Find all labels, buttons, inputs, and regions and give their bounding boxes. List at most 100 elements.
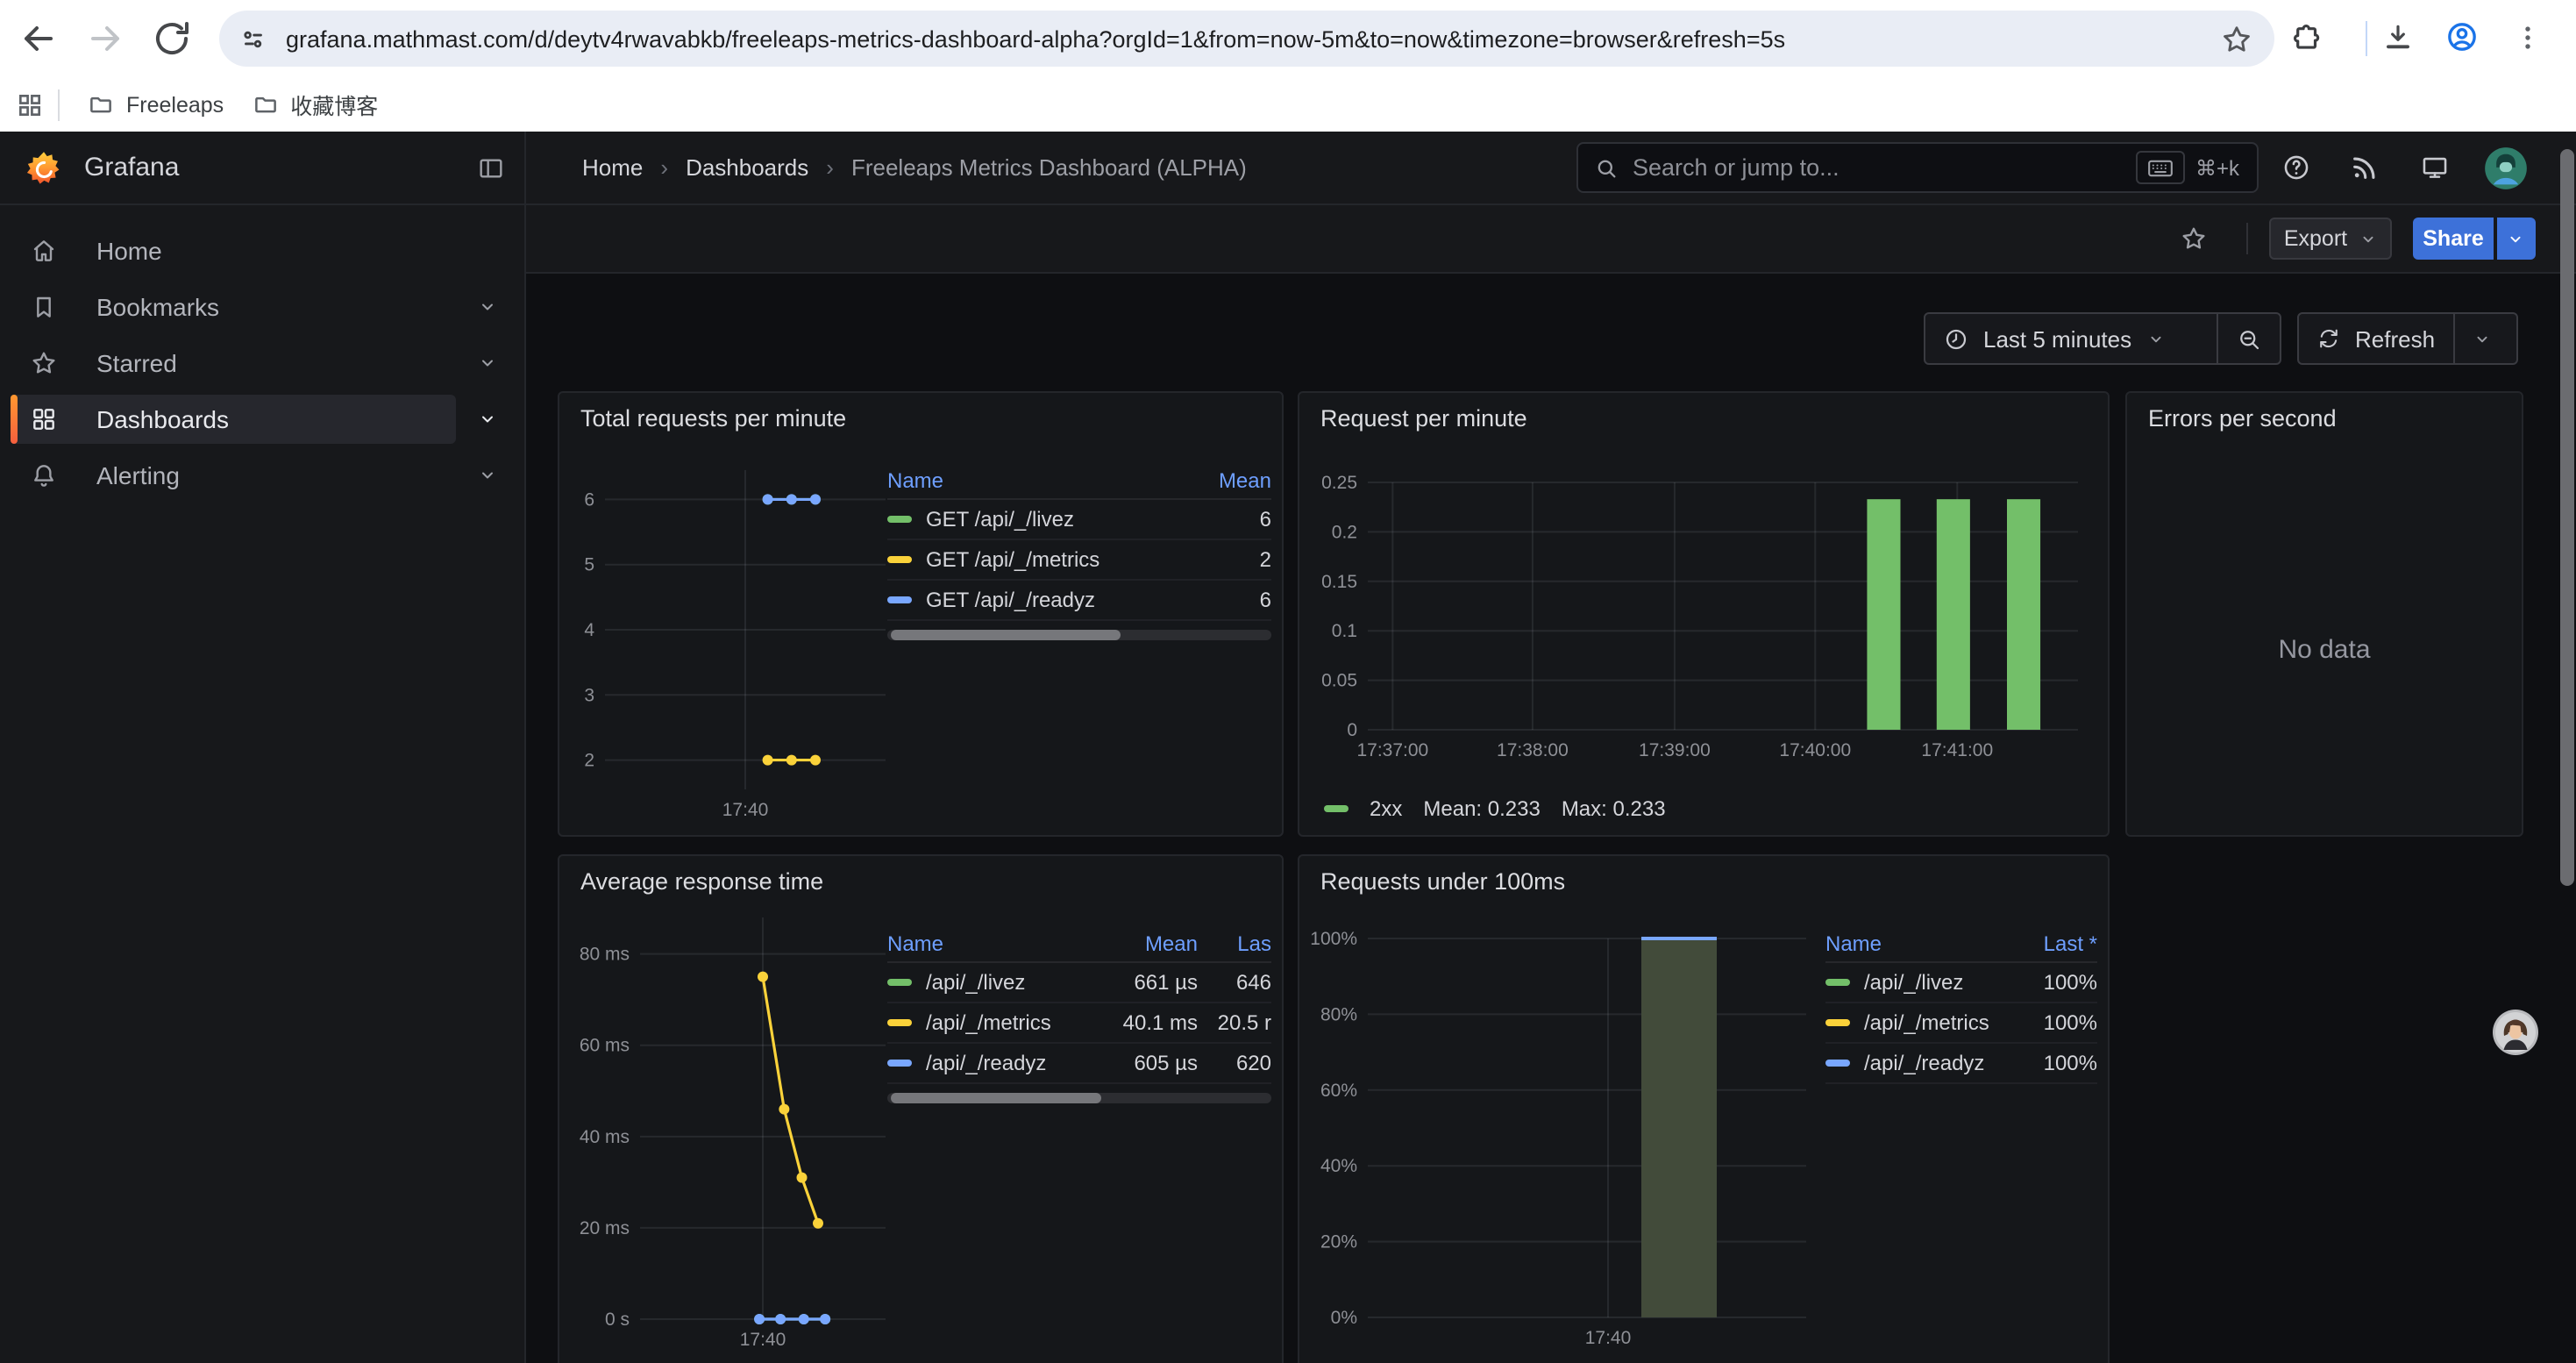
user-avatar[interactable] <box>2483 146 2529 191</box>
sidebar-toggle-icon[interactable] <box>477 153 505 182</box>
browser-forward-icon[interactable] <box>84 18 126 60</box>
legend-series-name[interactable]: /api/_/livez <box>887 963 1089 1003</box>
sidebar-item-home[interactable]: Home <box>0 223 524 279</box>
share-button[interactable]: Share <box>2413 218 2494 260</box>
panel-legend-table[interactable]: NameMeanGET /api/_/livez 6GET /api/_/metr… <box>887 463 1271 640</box>
legend-scrollbar[interactable] <box>887 1093 1271 1103</box>
profile-icon[interactable] <box>2444 19 2480 54</box>
kiosk-monitor-icon[interactable] <box>2420 153 2450 182</box>
active-accent-bar <box>11 395 17 444</box>
svg-text:20%: 20% <box>1320 1232 1357 1252</box>
breadcrumb-home[interactable]: Home <box>582 154 643 181</box>
panel-legend-table[interactable]: NameMeanLas/api/_/livez661 µs646/api/_/m… <box>887 926 1271 1103</box>
bookmark-star-icon[interactable] <box>2220 22 2253 55</box>
legend-value: 6 <box>1180 581 1271 621</box>
legend-swatch <box>887 556 912 563</box>
legend-series-name[interactable]: GET /api/_/livez <box>887 500 1180 540</box>
folder-icon <box>88 91 114 118</box>
folder-icon <box>252 91 278 118</box>
panel-errors-per-second[interactable]: Errors per second No data <box>2125 391 2523 837</box>
svg-text:5: 5 <box>584 555 594 575</box>
refresh-interval-button[interactable] <box>2454 314 2508 363</box>
browser-reload-icon[interactable] <box>151 18 193 60</box>
panel-request-per-minute[interactable]: Request per minute 0.250.20.150.10.05017… <box>1298 391 2110 837</box>
export-button[interactable]: Export <box>2269 218 2392 260</box>
svg-text:100%: 100% <box>1310 929 1357 949</box>
panel-average-response-time[interactable]: Average response time 80 ms60 ms40 ms20 … <box>558 854 1284 1363</box>
bookmark-folder-freeleaps[interactable]: Freeleaps <box>74 83 238 125</box>
bookmark-folder-blogs[interactable]: 收藏博客 <box>238 83 392 125</box>
legend-series-name[interactable]: GET /api/_/readyz <box>887 581 1180 621</box>
legend-series-name[interactable]: /api/_/metrics <box>1825 1003 2013 1044</box>
refresh-button[interactable]: Refresh <box>2299 314 2452 363</box>
browser-back-icon[interactable] <box>18 18 60 60</box>
time-range-label: Last 5 minutes <box>1983 325 2131 352</box>
apps-grid-icon[interactable] <box>16 90 44 118</box>
favorite-star-icon[interactable] <box>2180 225 2208 253</box>
time-range-picker[interactable]: Last 5 minutes <box>1925 314 2217 363</box>
legend-series-name[interactable]: /api/_/readyz <box>887 1044 1089 1084</box>
legend-series-name[interactable]: /api/_/livez <box>1825 963 2013 1003</box>
panel-title[interactable]: Errors per second <box>2148 405 2337 432</box>
sidebar-item-alerting[interactable]: Alerting <box>0 447 524 503</box>
browser-menu-icon[interactable] <box>2513 23 2543 53</box>
share-menu-button[interactable] <box>2496 218 2535 260</box>
svg-text:17:38:00: 17:38:00 <box>1497 740 1569 760</box>
sidebar-item-starred[interactable]: Starred <box>0 335 524 391</box>
panel-requests-under-100ms[interactable]: Requests under 100ms 100%80%60%40%20%0%1… <box>1298 854 2110 1363</box>
chevron-down-icon[interactable] <box>477 409 498 430</box>
panel-title[interactable]: Request per minute <box>1320 405 1527 432</box>
breadcrumb-dashboards[interactable]: Dashboards <box>686 154 808 181</box>
panel-total-requests[interactable]: Total requests per minute 6543217:40 Nam… <box>558 391 1284 837</box>
legend-header[interactable]: Las <box>1198 926 1271 963</box>
url-text[interactable]: grafana.mathmast.com/d/deytv4rwavabkb/fr… <box>286 25 2220 52</box>
legend-header[interactable]: Name <box>1825 926 2013 963</box>
svg-text:80%: 80% <box>1320 1004 1357 1024</box>
help-icon[interactable] <box>2281 153 2311 182</box>
panel-title[interactable]: Requests under 100ms <box>1320 868 1565 895</box>
news-rss-icon[interactable] <box>2350 153 2380 182</box>
sidebar-item-dashboards[interactable]: Dashboards <box>0 391 524 447</box>
chevron-down-icon[interactable] <box>477 353 498 374</box>
panel-legend[interactable]: 2xx Mean: 0.233 Max: 0.233 <box>1324 796 1666 821</box>
legend-series-name[interactable]: /api/_/metrics <box>887 1003 1089 1044</box>
bookmarks-divider <box>58 89 60 120</box>
legend-header[interactable]: Mean <box>1089 926 1198 963</box>
svg-text:17:41:00: 17:41:00 <box>1921 740 1993 760</box>
bar-chart[interactable]: 100%80%60%40%20%0%17:40 <box>1306 902 1818 1363</box>
legend-header[interactable]: Last * <box>2013 926 2097 963</box>
grafana-logo-icon[interactable] <box>25 148 63 187</box>
legend-header[interactable]: Mean <box>1180 463 1271 500</box>
page-scrollbar[interactable] <box>2560 149 2574 886</box>
legend-header[interactable]: Name <box>887 926 1089 963</box>
timeseries-chart[interactable]: 6543217:40 <box>566 439 900 835</box>
svg-text:2: 2 <box>584 751 594 771</box>
chevron-down-icon[interactable] <box>477 296 498 318</box>
extensions-icon[interactable] <box>2290 21 2323 54</box>
search-input[interactable]: Search or jump to... ⌘+k <box>1576 142 2259 193</box>
sidebar-item-label: Starred <box>96 349 177 377</box>
bar-chart[interactable]: 0.250.20.150.10.05017:37:0017:38:0017:39… <box>1306 439 2090 835</box>
legend-value: 40.1 ms <box>1089 1003 1198 1044</box>
address-bar[interactable]: grafana.mathmast.com/d/deytv4rwavabkb/fr… <box>219 11 2274 67</box>
bookmarks-bar: Freeleaps 收藏博客 <box>0 77 2576 132</box>
time-range-group: Last 5 minutes <box>1924 312 2281 365</box>
legend-series-name[interactable]: /api/_/readyz <box>1825 1044 2013 1084</box>
svg-text:40 ms: 40 ms <box>580 1127 630 1147</box>
downloads-icon[interactable] <box>2381 21 2415 54</box>
panel-title[interactable]: Total requests per minute <box>580 405 846 432</box>
site-controls-icon[interactable] <box>238 24 268 54</box>
share-label: Share <box>2423 226 2484 251</box>
panel-legend-table[interactable]: NameLast */api/_/livez100%/api/_/metrics… <box>1825 926 2097 1084</box>
legend-series-name[interactable]: 2xx <box>1370 796 1402 821</box>
assistant-avatar-button[interactable] <box>2492 1009 2539 1056</box>
legend-header[interactable]: Name <box>887 463 1180 500</box>
legend-scrollbar[interactable] <box>887 630 1271 640</box>
panel-title[interactable]: Average response time <box>580 868 823 895</box>
chevron-down-icon[interactable] <box>477 465 498 486</box>
zoom-out-button[interactable] <box>2218 314 2280 363</box>
legend-series-name[interactable]: GET /api/_/metrics <box>887 540 1180 581</box>
svg-text:0.2: 0.2 <box>1332 522 1357 542</box>
timeseries-chart[interactable]: 80 ms60 ms40 ms20 ms0 s17:40 <box>566 902 900 1363</box>
sidebar-item-bookmarks[interactable]: Bookmarks <box>0 279 524 335</box>
